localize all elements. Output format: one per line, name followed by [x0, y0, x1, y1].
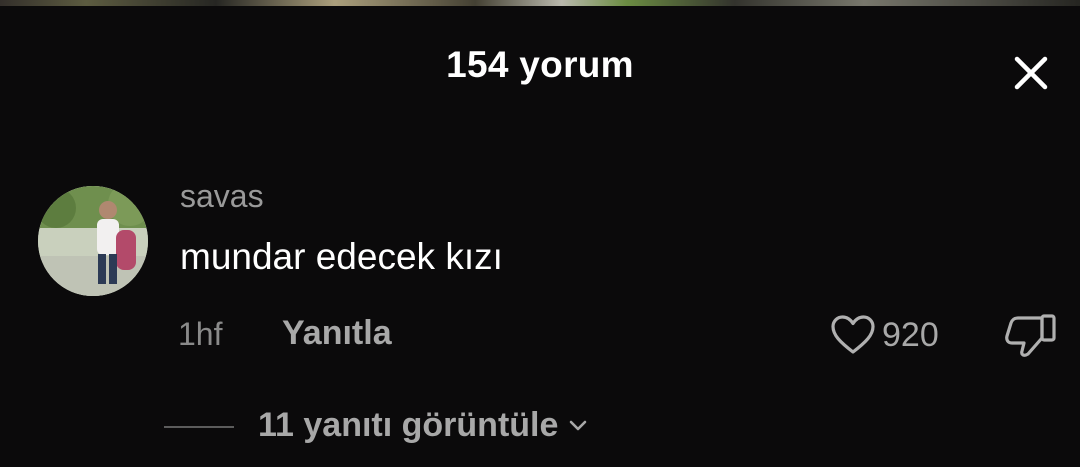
replies-divider — [164, 426, 234, 428]
view-replies-button[interactable]: 11 yanıtı görüntüle — [258, 406, 588, 445]
dislike-button[interactable] — [1002, 310, 1060, 360]
comment-text: mundar edecek kızı — [180, 236, 503, 277]
heart-outline-icon — [831, 315, 875, 354]
user-avatar — [38, 186, 148, 296]
chevron-down-icon — [568, 419, 588, 433]
comment-username[interactable]: savas — [180, 178, 264, 215]
comments-count-title: 154 yorum — [446, 44, 634, 85]
close-icon — [1014, 56, 1048, 90]
video-preview-strip — [0, 0, 1080, 6]
close-button[interactable] — [1008, 50, 1054, 96]
thumbs-down-outline-icon — [1005, 314, 1056, 357]
like-count: 920 — [882, 315, 939, 354]
reply-button[interactable]: Yanıtla — [282, 314, 392, 353]
like-button[interactable]: 920 — [830, 310, 939, 360]
comment-timestamp: 1hf — [178, 316, 223, 352]
view-replies-label: 11 yanıtı görüntüle — [258, 406, 559, 444]
avatar[interactable] — [38, 186, 148, 296]
